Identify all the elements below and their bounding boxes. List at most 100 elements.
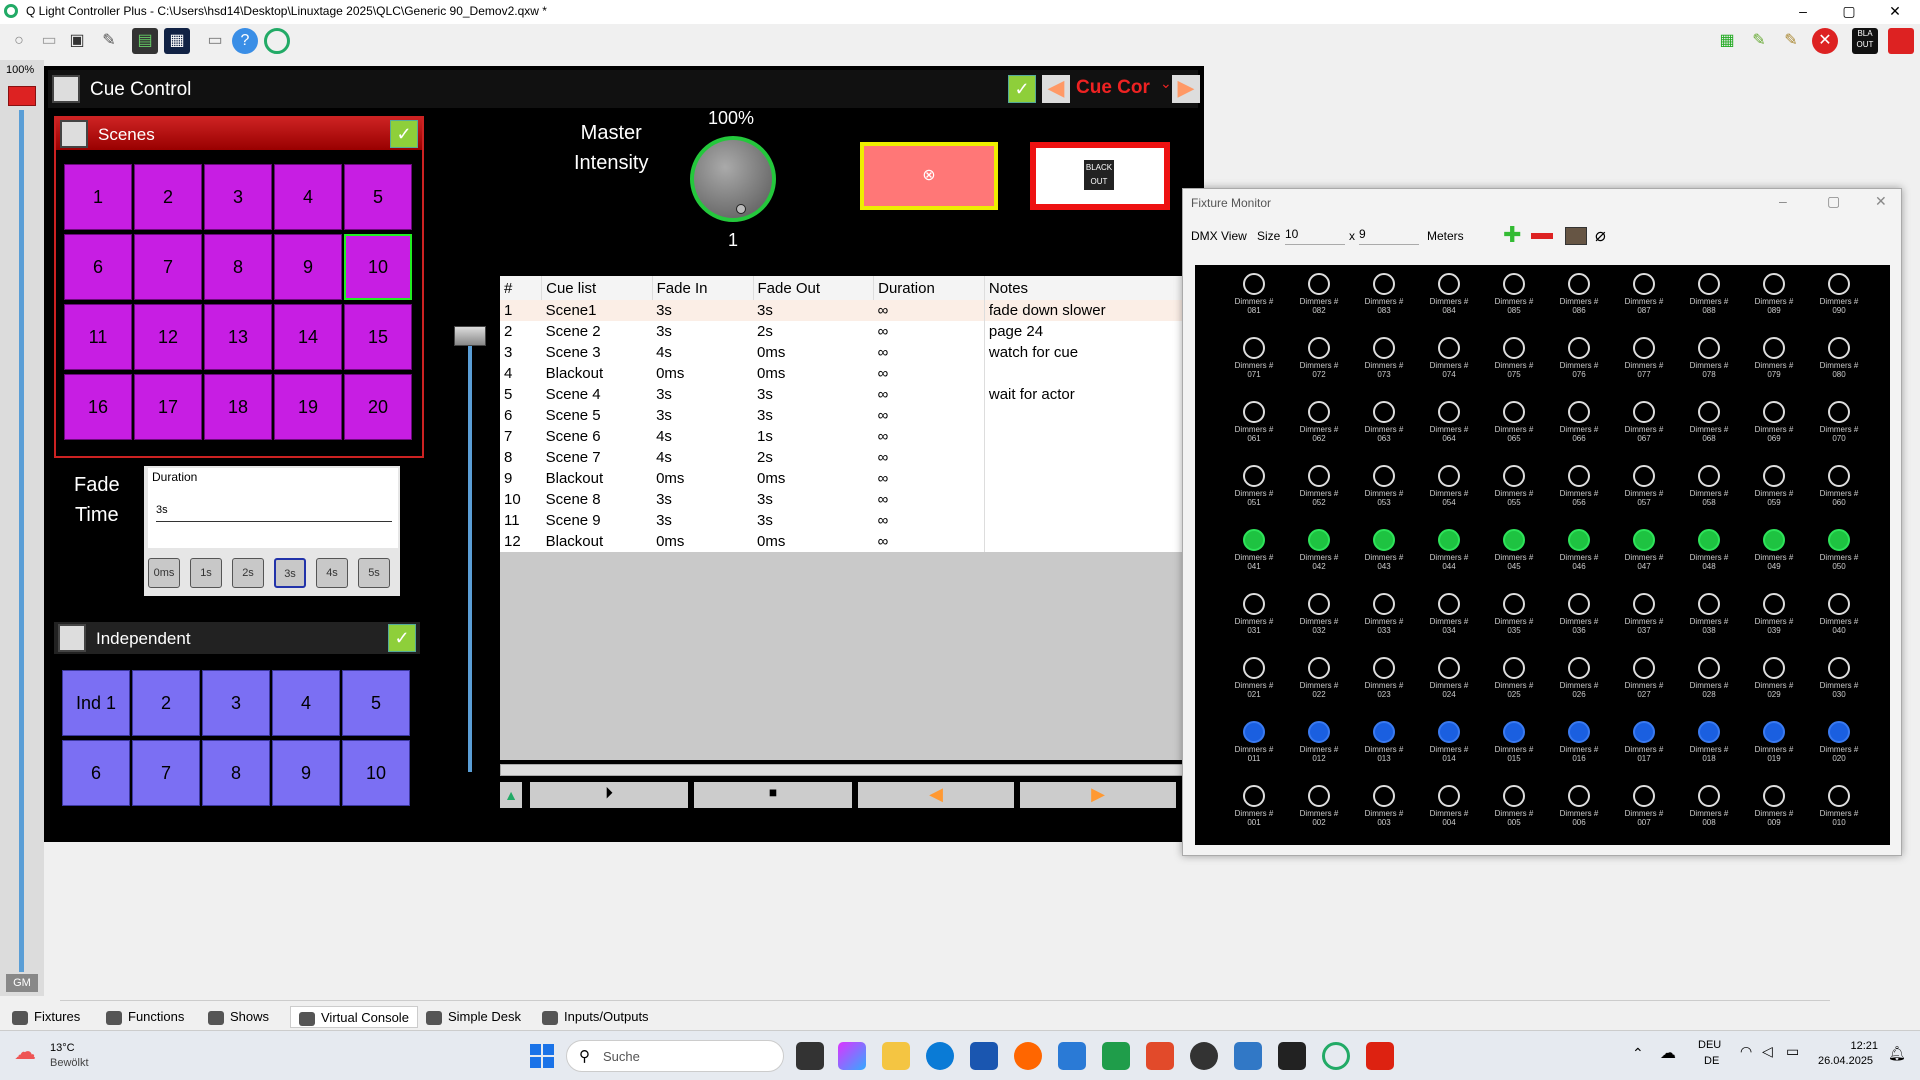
scene-button-18[interactable]: 18 xyxy=(204,374,272,440)
copilot-icon[interactable] xyxy=(838,1042,866,1070)
fixture-046[interactable]: Dimmers #046 xyxy=(1548,529,1610,587)
fm-maximize-button[interactable]: ▢ xyxy=(1827,193,1840,210)
fixture-008[interactable]: Dimmers #008 xyxy=(1678,785,1740,843)
add-fixture-icon[interactable]: ✚ xyxy=(1503,224,1525,247)
fixture-083[interactable]: Dimmers #083 xyxy=(1353,273,1415,331)
fixture-044[interactable]: Dimmers #044 xyxy=(1418,529,1480,587)
lang-primary[interactable]: DEU xyxy=(1698,1039,1721,1051)
fixture-050[interactable]: Dimmers #050 xyxy=(1808,529,1870,587)
fixture-075[interactable]: Dimmers #075 xyxy=(1483,337,1545,395)
independent-enable-checkbox[interactable]: ✓ xyxy=(388,624,416,652)
save-as-icon[interactable]: ✎ xyxy=(96,28,122,54)
fixture-066[interactable]: Dimmers #066 xyxy=(1548,401,1610,459)
fixture-048[interactable]: Dimmers #048 xyxy=(1678,529,1740,587)
fixture-076[interactable]: Dimmers #076 xyxy=(1548,337,1610,395)
fixture-026[interactable]: Dimmers #026 xyxy=(1548,657,1610,715)
clapper-icon[interactable] xyxy=(1278,1042,1306,1070)
fixture-085[interactable]: Dimmers #085 xyxy=(1483,273,1545,331)
docs-icon[interactable] xyxy=(1058,1042,1086,1070)
chevron-up-icon[interactable]: ⌃ xyxy=(1632,1045,1644,1062)
fixture-016[interactable]: Dimmers #016 xyxy=(1548,721,1610,779)
video-icon[interactable] xyxy=(1234,1042,1262,1070)
independent-button-9[interactable]: 9 xyxy=(272,740,340,806)
fade-preset-button[interactable]: 2s xyxy=(232,558,264,588)
next-page-icon[interactable]: ▶ xyxy=(1172,75,1200,103)
cue-enable-checkbox[interactable]: ✓ xyxy=(1008,75,1036,103)
scene-button-17[interactable]: 17 xyxy=(134,374,202,440)
monitor-icon[interactable]: ▤ xyxy=(132,28,158,54)
scene-button-7[interactable]: 7 xyxy=(134,234,202,300)
fixture-068[interactable]: Dimmers #068 xyxy=(1678,401,1740,459)
save-icon[interactable]: ▣ xyxy=(64,28,90,54)
fixture-020[interactable]: Dimmers #020 xyxy=(1808,721,1870,779)
fixture-054[interactable]: Dimmers #054 xyxy=(1418,465,1480,523)
cue-row[interactable]: 8 Scene 7 4s 2s ∞ xyxy=(500,447,1196,468)
cue-row[interactable]: 1 Scene1 3s 3s ∞ fade down slower xyxy=(500,300,1196,321)
clock-time[interactable]: 12:21 xyxy=(1832,1040,1878,1052)
fixture-022[interactable]: Dimmers #022 xyxy=(1288,657,1350,715)
blackout-button[interactable]: BLACK OUT xyxy=(1030,142,1170,210)
scene-button-9[interactable]: 9 xyxy=(274,234,342,300)
background-image-icon[interactable] xyxy=(1565,227,1587,245)
fixture-060[interactable]: Dimmers #060 xyxy=(1808,465,1870,523)
tab-functions[interactable]: Functions xyxy=(106,1006,184,1028)
fixture-005[interactable]: Dimmers #005 xyxy=(1483,785,1545,843)
obs-icon[interactable] xyxy=(1190,1042,1218,1070)
independent-button-4[interactable]: 4 xyxy=(272,670,340,736)
label-tag-icon[interactable]: ⌀ xyxy=(1595,225,1606,246)
fixture-079[interactable]: Dimmers #079 xyxy=(1743,337,1805,395)
fixture-073[interactable]: Dimmers #073 xyxy=(1353,337,1415,395)
independent-button-6[interactable]: 6 xyxy=(62,740,130,806)
grand-master-handle[interactable] xyxy=(8,86,36,106)
fixture-024[interactable]: Dimmers #024 xyxy=(1418,657,1480,715)
fixture-057[interactable]: Dimmers #057 xyxy=(1613,465,1675,523)
fixture-055[interactable]: Dimmers #055 xyxy=(1483,465,1545,523)
fixture-089[interactable]: Dimmers #089 xyxy=(1743,273,1805,331)
scene-button-3[interactable]: 3 xyxy=(204,164,272,230)
fixture-007[interactable]: Dimmers #007 xyxy=(1613,785,1675,843)
notification-icon[interactable]: 🔔︎ xyxy=(1888,1045,1906,1062)
help-icon[interactable]: ? xyxy=(232,28,258,54)
sidebar-toggle-icon[interactable]: ▲ xyxy=(500,782,522,808)
fm-minimize-button[interactable]: – xyxy=(1779,193,1787,209)
fixture-086[interactable]: Dimmers #086 xyxy=(1548,273,1610,331)
fixture-056[interactable]: Dimmers #056 xyxy=(1548,465,1610,523)
fixture-032[interactable]: Dimmers #032 xyxy=(1288,593,1350,651)
fixture-072[interactable]: Dimmers #072 xyxy=(1288,337,1350,395)
pdf-icon[interactable] xyxy=(1366,1042,1394,1070)
cue-row[interactable]: 6 Scene 5 3s 3s ∞ xyxy=(500,405,1196,426)
cue-row[interactable]: 4 Blackout 0ms 0ms ∞ xyxy=(500,363,1196,384)
new-icon[interactable]: ○ xyxy=(6,28,32,54)
scene-button-14[interactable]: 14 xyxy=(274,304,342,370)
cloud-icon[interactable]: ☁ xyxy=(1660,1043,1676,1063)
fixture-034[interactable]: Dimmers #034 xyxy=(1418,593,1480,651)
fixture-051[interactable]: Dimmers #051 xyxy=(1223,465,1285,523)
fade-preset-button[interactable]: 4s xyxy=(316,558,348,588)
fixture-029[interactable]: Dimmers #029 xyxy=(1743,657,1805,715)
grand-master-track[interactable] xyxy=(19,110,24,972)
red-status-icon[interactable] xyxy=(1888,28,1914,54)
start-icon[interactable] xyxy=(530,1044,554,1068)
fixture-017[interactable]: Dimmers #017 xyxy=(1613,721,1675,779)
cue-table-scrollbar[interactable] xyxy=(500,764,1196,776)
fixture-025[interactable]: Dimmers #025 xyxy=(1483,657,1545,715)
fixture-065[interactable]: Dimmers #065 xyxy=(1483,401,1545,459)
fixture-002[interactable]: Dimmers #002 xyxy=(1288,785,1350,843)
volume-icon[interactable]: ◁ xyxy=(1762,1043,1773,1060)
remove-fixture-icon[interactable] xyxy=(1531,233,1553,239)
fixture-028[interactable]: Dimmers #028 xyxy=(1678,657,1740,715)
live-edit-icon[interactable]: ✎ xyxy=(1746,28,1772,54)
fixture-084[interactable]: Dimmers #084 xyxy=(1418,273,1480,331)
fixture-031[interactable]: Dimmers #031 xyxy=(1223,593,1285,651)
fixture-033[interactable]: Dimmers #033 xyxy=(1353,593,1415,651)
scene-button-6[interactable]: 6 xyxy=(64,234,132,300)
about-icon[interactable] xyxy=(264,28,290,54)
independent-button-8[interactable]: 8 xyxy=(202,740,270,806)
fixture-037[interactable]: Dimmers #037 xyxy=(1613,593,1675,651)
edge-icon[interactable] xyxy=(926,1042,954,1070)
scene-button-15[interactable]: 15 xyxy=(344,304,412,370)
fixture-023[interactable]: Dimmers #023 xyxy=(1353,657,1415,715)
scene-button-13[interactable]: 13 xyxy=(204,304,272,370)
address-tool-icon[interactable]: ▦ xyxy=(164,28,190,54)
fixture-069[interactable]: Dimmers #069 xyxy=(1743,401,1805,459)
